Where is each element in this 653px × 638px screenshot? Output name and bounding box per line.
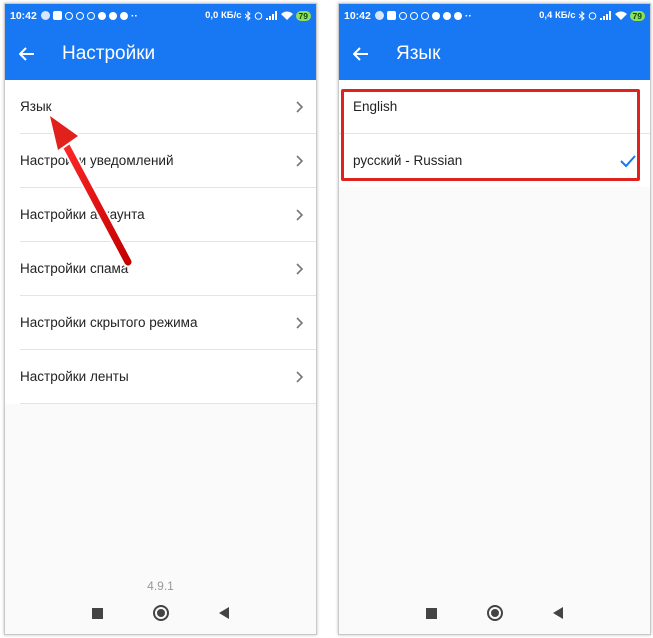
settings-item-label: Настройки спама bbox=[20, 261, 129, 276]
notification-dot-icon bbox=[40, 11, 50, 20]
network-speed: 0,0 КБ/с bbox=[205, 10, 242, 21]
alarm-icon bbox=[254, 12, 262, 20]
signal-icon bbox=[599, 11, 611, 20]
settings-item-label: Настройки уведомлений bbox=[20, 153, 174, 168]
page-title: Настройки bbox=[62, 42, 156, 64]
wifi-icon bbox=[280, 11, 293, 20]
chevron-right-icon bbox=[296, 100, 306, 114]
settings-item-label: Настройки скрытого режима bbox=[20, 315, 198, 330]
settings-item-label: Настройки ленты bbox=[20, 369, 129, 384]
battery-indicator: 79 bbox=[629, 10, 645, 21]
page-title: Язык bbox=[396, 42, 441, 64]
notification-app-icon bbox=[431, 11, 440, 20]
status-bar: 10:42 ·· 0,4 КБ/с 79 bbox=[339, 4, 650, 27]
status-time: 10:42 bbox=[10, 9, 37, 22]
chevron-right-icon bbox=[296, 154, 306, 168]
settings-item-language[interactable]: Язык bbox=[20, 80, 316, 134]
chevron-right-icon bbox=[296, 262, 306, 276]
notification-app-icon bbox=[108, 11, 117, 20]
chevron-right-icon bbox=[296, 370, 306, 384]
notification-instagram-icon bbox=[420, 11, 429, 20]
notification-app-icon bbox=[119, 11, 128, 20]
notification-ring-icon bbox=[64, 11, 73, 20]
annotation-highlight-box bbox=[341, 89, 640, 181]
settings-list: Язык Настройки уведомлений Настройки акк… bbox=[5, 80, 316, 404]
status-bar: 10:42 ·· 0,0 КБ/с 79 bbox=[5, 4, 316, 27]
back-arrow-icon[interactable] bbox=[19, 45, 37, 63]
status-time: 10:42 bbox=[344, 9, 371, 22]
nav-home-icon[interactable] bbox=[487, 605, 503, 621]
notification-dot-icon bbox=[374, 11, 384, 20]
settings-item-label: Настройки аккаунта bbox=[20, 207, 145, 222]
notification-app-icon bbox=[453, 11, 462, 20]
settings-item-label: Язык bbox=[20, 99, 52, 114]
system-nav-bar bbox=[5, 592, 316, 634]
app-version: 4.9.1 bbox=[147, 579, 174, 593]
settings-item-account[interactable]: Настройки аккаунта bbox=[20, 188, 316, 242]
settings-item-notifications[interactable]: Настройки уведомлений bbox=[20, 134, 316, 188]
settings-item-hidden-mode[interactable]: Настройки скрытого режима bbox=[20, 296, 316, 350]
chevron-right-icon bbox=[296, 316, 306, 330]
notification-instagram-icon bbox=[409, 11, 418, 20]
settings-item-feed[interactable]: Настройки ленты bbox=[20, 350, 316, 404]
nav-back-icon[interactable] bbox=[553, 607, 563, 619]
more-notifications-icon: ·· bbox=[130, 9, 138, 22]
nav-recents-icon[interactable] bbox=[92, 607, 103, 619]
notification-app-icon bbox=[386, 11, 396, 20]
notification-icons: ·· bbox=[374, 9, 539, 22]
notification-app-icon bbox=[97, 11, 106, 20]
notification-app-icon bbox=[442, 11, 451, 20]
nav-recents-icon[interactable] bbox=[426, 607, 437, 619]
app-bar: Настройки bbox=[5, 27, 316, 80]
settings-screen: 10:42 ·· 0,0 КБ/с 79 Настройки Язык Наст… bbox=[4, 3, 317, 635]
wifi-icon bbox=[614, 11, 627, 20]
nav-home-icon[interactable] bbox=[153, 605, 169, 621]
bluetooth-icon bbox=[578, 10, 585, 21]
system-nav-bar bbox=[339, 592, 650, 634]
notification-instagram-icon bbox=[86, 11, 95, 20]
signal-icon bbox=[265, 11, 277, 20]
network-speed: 0,4 КБ/с bbox=[539, 10, 576, 21]
bluetooth-icon bbox=[244, 10, 251, 21]
alarm-icon bbox=[588, 12, 596, 20]
notification-instagram-icon bbox=[75, 11, 84, 20]
notification-ring-icon bbox=[398, 11, 407, 20]
app-bar: Язык bbox=[339, 27, 650, 80]
notification-app-icon bbox=[52, 11, 62, 20]
settings-item-spam[interactable]: Настройки спама bbox=[20, 242, 316, 296]
battery-indicator: 79 bbox=[295, 10, 311, 21]
nav-back-icon[interactable] bbox=[219, 607, 229, 619]
notification-icons: ·· bbox=[40, 9, 205, 22]
chevron-right-icon bbox=[296, 208, 306, 222]
back-arrow-icon[interactable] bbox=[353, 45, 371, 63]
more-notifications-icon: ·· bbox=[464, 9, 472, 22]
